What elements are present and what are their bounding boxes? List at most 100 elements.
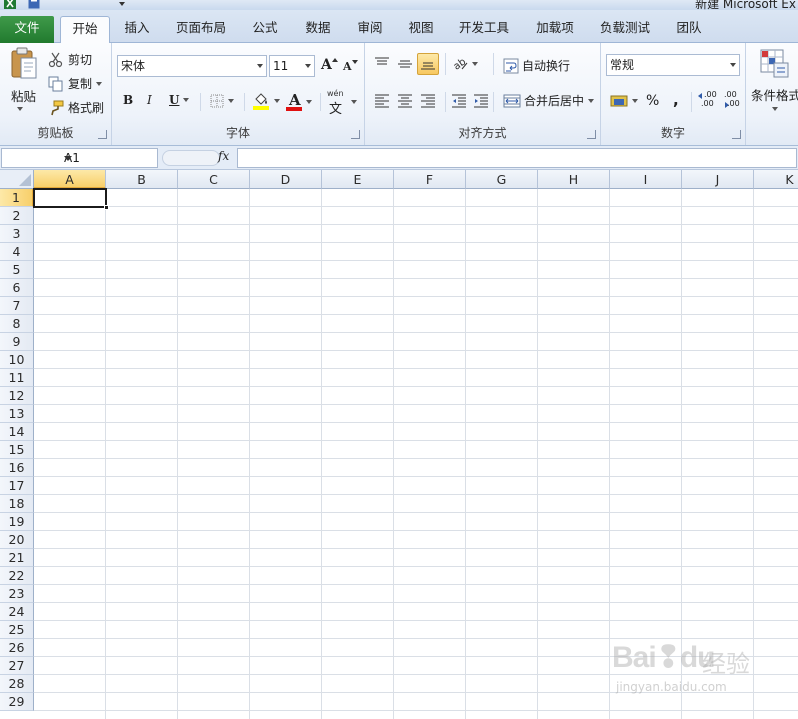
align-middle-icon[interactable] xyxy=(397,57,413,71)
row-header-22[interactable]: 22 xyxy=(0,567,34,585)
column-header-e[interactable]: E xyxy=(322,170,394,189)
grow-arrow-icon xyxy=(331,58,338,62)
font-color-button[interactable]: A xyxy=(286,91,312,112)
percent-style-button[interactable]: % xyxy=(646,93,659,109)
row-header-25[interactable]: 25 xyxy=(0,621,34,639)
copy-button[interactable]: 复制 xyxy=(48,75,103,92)
italic-button[interactable]: I xyxy=(147,93,152,107)
tab-add-ins[interactable]: 加载项 xyxy=(527,16,583,43)
row-header-12[interactable]: 12 xyxy=(0,387,34,405)
fill-color-button[interactable] xyxy=(252,92,280,110)
active-cell[interactable] xyxy=(33,188,109,210)
name-box[interactable]: A1 xyxy=(1,148,158,168)
row-header-11[interactable]: 11 xyxy=(0,369,34,387)
tab-developer[interactable]: 开发工具 xyxy=(451,16,517,43)
comma-style-button[interactable]: , xyxy=(673,91,679,109)
column-header-h[interactable]: H xyxy=(538,170,610,189)
select-all-corner[interactable] xyxy=(0,170,34,189)
font-launcher-icon[interactable] xyxy=(351,130,360,139)
row-header-23[interactable]: 23 xyxy=(0,585,34,603)
row-header-26[interactable]: 26 xyxy=(0,639,34,657)
number-format-select[interactable]: 常规 xyxy=(606,54,740,76)
conditional-format-button[interactable]: 条件格式 xyxy=(750,47,798,117)
tab-data[interactable]: 数据 xyxy=(296,16,340,43)
paste-button[interactable]: 粘贴 xyxy=(6,47,42,117)
number-launcher-icon[interactable] xyxy=(732,130,741,139)
tab-page-layout[interactable]: 页面布局 xyxy=(168,16,234,43)
row-header-10[interactable]: 10 xyxy=(0,351,34,369)
alignment-launcher-icon[interactable] xyxy=(587,130,596,139)
fill-handle[interactable] xyxy=(104,205,109,210)
row-header-21[interactable]: 21 xyxy=(0,549,34,567)
row-header-1[interactable]: 1 xyxy=(0,189,34,207)
format-painter-button[interactable]: 格式刷 xyxy=(48,99,104,116)
row-header-7[interactable]: 7 xyxy=(0,297,34,315)
increase-decimal-button[interactable]: .00 .00 xyxy=(698,90,718,110)
row-header-9[interactable]: 9 xyxy=(0,333,34,351)
underline-button[interactable]: U xyxy=(169,93,190,107)
row-header-2[interactable]: 2 xyxy=(0,207,34,225)
align-bottom-button[interactable] xyxy=(417,53,439,75)
tab-view[interactable]: 视图 xyxy=(399,16,443,43)
tab-insert[interactable]: 插入 xyxy=(115,16,159,43)
tab-formulas[interactable]: 公式 xyxy=(243,16,287,43)
row-header-3[interactable]: 3 xyxy=(0,225,34,243)
row-header-28[interactable]: 28 xyxy=(0,675,34,693)
row-header-6[interactable]: 6 xyxy=(0,279,34,297)
column-header-a[interactable]: A xyxy=(34,170,106,189)
column-header-k[interactable]: K xyxy=(754,170,798,189)
grow-font-button[interactable]: A xyxy=(321,57,338,73)
accounting-format-button[interactable] xyxy=(610,93,638,109)
row-header-29[interactable]: 29 xyxy=(0,693,34,711)
column-header-d[interactable]: D xyxy=(250,170,322,189)
tab-file[interactable]: 文件 xyxy=(0,16,54,43)
row-header-27[interactable]: 27 xyxy=(0,657,34,675)
shrink-font-button[interactable]: A xyxy=(343,59,358,73)
font-name-select[interactable]: 宋体 xyxy=(117,55,267,77)
tab-review[interactable]: 审阅 xyxy=(348,16,392,43)
increase-indent-icon[interactable] xyxy=(473,94,489,108)
customize-quick-access-icon[interactable] xyxy=(116,0,128,9)
align-top-icon[interactable] xyxy=(374,57,390,71)
align-right-icon[interactable] xyxy=(420,94,436,108)
row-header-4[interactable]: 4 xyxy=(0,243,34,261)
tab-home[interactable]: 开始 xyxy=(60,16,110,44)
column-header-i[interactable]: I xyxy=(610,170,682,189)
row-header-8[interactable]: 8 xyxy=(0,315,34,333)
clipboard-launcher-icon[interactable] xyxy=(98,130,107,139)
row-header-13[interactable]: 13 xyxy=(0,405,34,423)
column-header-j[interactable]: J xyxy=(682,170,754,189)
align-left-icon[interactable] xyxy=(374,94,390,108)
insert-function-icon[interactable]: fx xyxy=(218,149,229,163)
row-header-18[interactable]: 18 xyxy=(0,495,34,513)
tab-load-test[interactable]: 负载测试 xyxy=(592,16,658,43)
bold-button[interactable]: B xyxy=(123,93,133,107)
save-icon[interactable] xyxy=(28,0,40,9)
column-header-f[interactable]: F xyxy=(394,170,466,189)
cut-button[interactable]: 剪切 xyxy=(48,51,92,68)
formula-bar-splitter[interactable] xyxy=(162,150,220,166)
merge-center-button[interactable]: 合并后居中 xyxy=(503,92,595,109)
row-header-14[interactable]: 14 xyxy=(0,423,34,441)
column-header-b[interactable]: B xyxy=(106,170,178,189)
row-header-5[interactable]: 5 xyxy=(0,261,34,279)
formula-input[interactable] xyxy=(237,148,797,168)
borders-button[interactable] xyxy=(210,94,234,108)
orientation-button[interactable]: ab xyxy=(452,57,478,71)
row-header-15[interactable]: 15 xyxy=(0,441,34,459)
decrease-decimal-button[interactable]: .00 .00 xyxy=(721,90,741,110)
align-center-icon[interactable] xyxy=(397,94,413,108)
row-header-20[interactable]: 20 xyxy=(0,531,34,549)
row-header-17[interactable]: 17 xyxy=(0,477,34,495)
row-header-19[interactable]: 19 xyxy=(0,513,34,531)
column-header-g[interactable]: G xyxy=(466,170,538,189)
column-header-c[interactable]: C xyxy=(178,170,250,189)
excel-app-icon[interactable] xyxy=(4,0,16,9)
phonetic-guide-button[interactable]: wén 文 xyxy=(327,89,357,117)
tab-team[interactable]: 团队 xyxy=(667,16,711,43)
row-header-16[interactable]: 16 xyxy=(0,459,34,477)
wrap-text-button[interactable]: 自动换行 xyxy=(503,57,570,74)
decrease-indent-icon[interactable] xyxy=(451,94,467,108)
row-header-24[interactable]: 24 xyxy=(0,603,34,621)
font-size-select[interactable]: 11 xyxy=(269,55,315,77)
